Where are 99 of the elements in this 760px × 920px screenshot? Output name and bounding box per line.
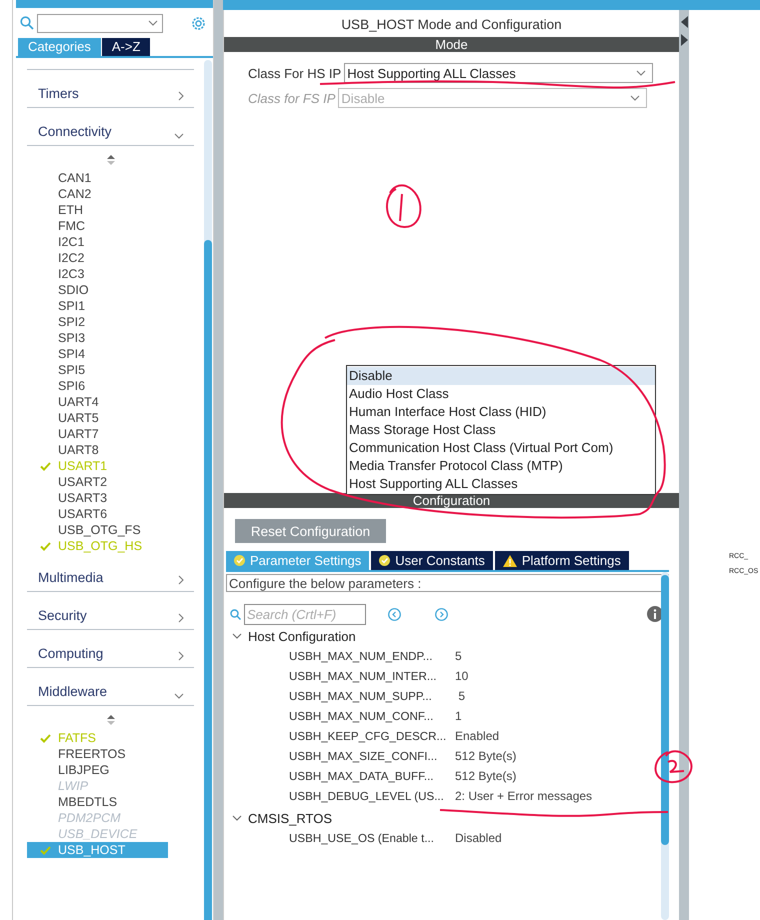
circled-number-drawing — [386, 184, 422, 228]
dropdown-option[interactable]: Mass Storage Host Class — [347, 421, 655, 439]
check-icon — [40, 462, 51, 470]
chevron-right-icon — [178, 91, 184, 101]
settings-tab[interactable]: Platform Settings — [494, 551, 629, 570]
chevron-right-icon — [178, 613, 184, 623]
sidebar-item[interactable]: UART8 — [27, 442, 168, 458]
category-header[interactable]: Connectivity — [27, 108, 194, 146]
expand-right-icon[interactable] — [680, 34, 688, 46]
search-combo-field[interactable] — [37, 14, 163, 32]
warning-icon — [502, 554, 517, 566]
chevron-right-icon — [178, 575, 184, 585]
parameter-value[interactable]: 2: User + Error messages — [455, 789, 592, 803]
expand-down-icon[interactable] — [232, 815, 242, 821]
expand-down-icon[interactable] — [232, 633, 242, 639]
parameter-name[interactable]: USBH_DEBUG_LEVEL (US... — [289, 790, 455, 802]
parameter-name[interactable]: USBH_MAX_DATA_BUFF... — [289, 770, 455, 782]
sidebar-item[interactable]: CAN2 — [27, 186, 168, 202]
check-icon — [40, 846, 51, 854]
scrollbar[interactable] — [204, 60, 212, 920]
search-icon[interactable] — [20, 16, 34, 30]
dropdown-option[interactable]: Disable — [347, 367, 655, 385]
dropdown-option[interactable]: Communication Host Class (Virtual Port Com) — [347, 439, 655, 457]
sidebar-item[interactable]: SDIO — [27, 282, 168, 298]
sidebar-item[interactable]: UART5 — [27, 410, 168, 426]
chevron-right-icon — [178, 651, 184, 661]
sidebar-item[interactable]: UART7 — [27, 426, 168, 442]
sidebar-item[interactable]: USART6 — [27, 506, 168, 522]
chevron-down-icon — [630, 95, 640, 101]
parameter-value[interactable]: 10 — [455, 669, 468, 683]
sidebar-item[interactable]: FREERTOS — [27, 746, 168, 762]
sort-icon[interactable] — [106, 715, 114, 725]
category-header[interactable]: Timers — [27, 70, 194, 108]
check-circle-icon — [379, 555, 390, 566]
dropdown-option[interactable]: Audio Host Class — [347, 385, 655, 403]
group-label: Host Configuration — [248, 628, 356, 644]
field-label: Class For HS IP — [248, 66, 342, 80]
previous-icon[interactable] — [388, 608, 401, 620]
sidebar-item[interactable]: SPI3 — [27, 330, 168, 346]
check-icon — [40, 734, 51, 742]
settings-tab[interactable]: User Constants — [371, 551, 493, 570]
sidebar-item[interactable]: UART4 — [27, 394, 168, 410]
parameter-name[interactable]: USBH_KEEP_CFG_DESCR... — [289, 730, 455, 742]
category-header[interactable]: Multimedia — [27, 554, 194, 592]
sidebar-item[interactable]: ETH — [27, 202, 168, 218]
category-header[interactable]: Middleware — [27, 668, 194, 706]
search-icon — [230, 608, 241, 620]
category-tab[interactable]: A->Z — [102, 38, 150, 56]
sidebar-item[interactable]: I2C2 — [27, 250, 168, 266]
chevron-down-icon — [636, 70, 646, 76]
section-header: Mode — [224, 37, 679, 52]
settings-icon[interactable] — [190, 14, 207, 32]
check-icon — [40, 542, 51, 550]
sidebar-item[interactable]: SPI2 — [27, 314, 168, 330]
sidebar-item[interactable]: LIBJPEG — [27, 762, 168, 778]
sidebar-item[interactable]: FMC — [27, 218, 168, 234]
chevron-down-icon — [174, 133, 184, 139]
sidebar-item[interactable]: USART3 — [27, 490, 168, 506]
sidebar-item[interactable]: I2C1 — [27, 234, 168, 250]
parameter-name[interactable]: USBH_USE_OS (Enable t... — [289, 832, 455, 844]
dropdown-option[interactable]: Human Interface Host Class (HID) — [347, 403, 655, 421]
group-label: CMSIS_RTOS — [248, 810, 332, 826]
dropdown-option[interactable]: Media Transfer Protocol Class (MTP) — [347, 457, 655, 475]
chevron-down-icon — [148, 20, 158, 26]
category-header[interactable]: Security — [27, 592, 194, 630]
parameter-value[interactable]: Enabled — [455, 729, 500, 743]
field-label: Class for FS IP — [248, 90, 336, 106]
parameter-name[interactable]: USBH_MAX_NUM_SUPP... — [289, 690, 455, 702]
dropdown-field[interactable]: Host Supporting ALL Classes — [344, 63, 654, 83]
parameter-value[interactable]: 512 Byte(s) — [455, 769, 516, 783]
sidebar-item[interactable]: USB_OTG_FS — [27, 522, 168, 538]
parameter-name[interactable]: USBH_MAX_NUM_CONF... — [289, 710, 455, 722]
collapse-left-icon[interactable] — [680, 16, 688, 28]
sidebar-item[interactable]: CAN1 — [27, 170, 168, 186]
parameter-value[interactable]: 5 — [455, 649, 462, 663]
parameter-value[interactable]: Disabled — [455, 831, 502, 845]
parameter-value[interactable]: 1 — [455, 709, 462, 723]
parameter-name[interactable]: USBH_MAX_NUM_INTER... — [289, 670, 455, 682]
sidebar-item[interactable]: SPI1 — [27, 298, 168, 314]
next-icon[interactable] — [435, 608, 448, 620]
parameter-value[interactable]: 5 — [455, 689, 466, 703]
panel-title: USB_HOST Mode and Configuration — [340, 16, 563, 34]
sidebar-item[interactable]: MBEDTLS — [27, 794, 168, 810]
sidebar-item[interactable]: SPI4 — [27, 346, 168, 362]
check-circle-icon — [234, 555, 245, 566]
parameter-name[interactable]: USBH_MAX_NUM_ENDP... — [289, 650, 455, 662]
parameter-name[interactable]: USBH_MAX_SIZE_CONFI... — [289, 750, 455, 762]
scrollbar[interactable] — [661, 572, 669, 920]
chevron-down-icon — [174, 693, 184, 699]
sidebar-item[interactable]: USART2 — [27, 474, 168, 490]
sidebar-item[interactable]: SPI5 — [27, 362, 168, 378]
category-header[interactable]: Computing — [27, 630, 194, 668]
dropdown-option[interactable]: Host Supporting ALL Classes — [347, 475, 655, 493]
sidebar-item[interactable]: I2C3 — [27, 266, 168, 282]
sort-icon[interactable] — [106, 155, 114, 165]
circled-number-drawing — [654, 750, 692, 783]
parameter-value[interactable]: 512 Byte(s) — [455, 749, 516, 763]
search-field[interactable]: Search (Crtl+F) — [244, 604, 366, 624]
sidebar-item[interactable]: SPI6 — [27, 378, 168, 394]
